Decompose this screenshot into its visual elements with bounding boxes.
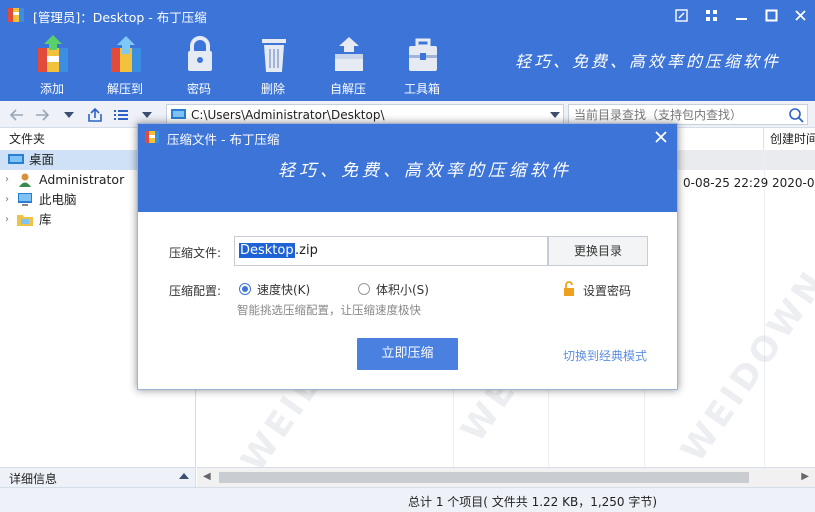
add-label: 添加: [39, 82, 64, 96]
sidebar-item-label: Administrator: [39, 172, 125, 187]
add-button[interactable]: 添加: [22, 32, 82, 98]
history-dropdown-icon[interactable]: [60, 106, 78, 124]
cell-modified: 0-08-25 22:29: [683, 176, 769, 190]
status-bar: 总计 1 个项目( 文件共 1.22 KB，1,250 字节): [0, 487, 815, 512]
change-directory-button[interactable]: 更换目录: [548, 236, 648, 266]
status-text: 总计 1 个项目( 文件共 1.22 KB，1,250 字节): [408, 495, 658, 509]
lock-icon: [188, 36, 212, 71]
box-icon: [335, 37, 363, 71]
sidebar-item-label: 此电脑: [39, 192, 77, 207]
window-title: [管理员]：Desktop - 布丁压缩: [33, 10, 207, 25]
search-box[interactable]: [568, 104, 808, 125]
view-dropdown-icon[interactable]: [138, 106, 156, 124]
option-fast-label[interactable]: 速度快(K): [257, 281, 310, 298]
radio-fast[interactable]: [239, 283, 251, 295]
add-archive-icon: [38, 35, 68, 72]
app-logo-icon: [145, 131, 159, 143]
details-toggle[interactable]: 详细信息: [0, 467, 196, 487]
file-label: 压缩文件:: [169, 246, 222, 260]
scroll-left-icon[interactable]: ◀: [203, 471, 211, 482]
scroll-right-icon[interactable]: ▶: [801, 471, 809, 482]
file-extension: .zip: [295, 243, 318, 258]
delete-button[interactable]: 删除: [243, 32, 303, 98]
desktop-icon: [8, 154, 24, 164]
extract-to-button[interactable]: 解压到: [95, 32, 155, 98]
trash-icon: [262, 39, 286, 72]
sidebar-item-label: 库: [39, 212, 52, 227]
selected-filename: Desktop: [239, 243, 295, 258]
details-label: 详细信息: [9, 472, 58, 486]
scroll-thumb[interactable]: [219, 472, 749, 483]
compress-dialog: 压缩文件 - 布丁压缩 轻巧、免费、高效率的压缩软件 压缩文件: Desktop…: [137, 123, 678, 390]
column-divider: [764, 150, 765, 467]
library-folder-icon: [17, 215, 33, 226]
grid-menu-icon[interactable]: [700, 4, 722, 26]
path-text: C:\Users\Administrator\Desktop\: [191, 108, 385, 122]
dialog-slogan: 轻巧、免费、高效率的压缩软件: [278, 161, 572, 181]
up-folder-icon[interactable]: [86, 106, 104, 124]
lock-icon[interactable]: [562, 281, 576, 297]
forward-arrow-icon[interactable]: [33, 106, 51, 124]
view-list-icon[interactable]: [112, 106, 130, 124]
password-button[interactable]: 密码: [169, 32, 229, 98]
option-small-label[interactable]: 体积小(S): [376, 281, 429, 298]
back-arrow-icon[interactable]: [8, 106, 26, 124]
horizontal-scrollbar[interactable]: ◀ ▶: [197, 467, 815, 487]
app-logo-icon: [8, 8, 24, 22]
column-header-created[interactable]: 创建时间: [764, 128, 815, 150]
path-bar[interactable]: C:\Users\Administrator\Desktop\: [166, 104, 564, 125]
edit-icon[interactable]: [670, 4, 692, 26]
slogan: 轻巧、免费、高效率的压缩软件: [515, 52, 782, 71]
desktop-folder-icon: [171, 109, 186, 119]
self-extract-label: 自解压: [329, 82, 366, 96]
radio-small[interactable]: [358, 283, 370, 295]
extract-to-label: 解压到: [106, 82, 143, 96]
computer-icon: [18, 193, 32, 206]
config-label: 压缩配置:: [169, 284, 222, 298]
dialog-title: 压缩文件 - 布丁压缩: [167, 132, 280, 147]
archive-name-input[interactable]: Desktop .zip: [234, 236, 548, 266]
close-icon[interactable]: [789, 4, 811, 26]
compress-now-button[interactable]: 立即压缩: [357, 338, 458, 370]
sidebar-item-label: 桌面: [29, 152, 55, 167]
toolbox-label: 工具箱: [403, 82, 440, 96]
toolbox-icon: [409, 38, 437, 71]
collapse-up-icon[interactable]: [179, 472, 189, 480]
minimize-icon[interactable]: [730, 4, 752, 26]
self-extract-button[interactable]: 自解压: [318, 32, 378, 98]
set-password-link[interactable]: 设置密码: [583, 282, 631, 299]
expand-arrow-icon[interactable]: ›: [5, 190, 13, 210]
watermark: WEIDOWN.COM: [673, 166, 815, 467]
cell-created: 2020-08: [772, 176, 815, 190]
extract-icon: [111, 36, 141, 72]
maximize-icon[interactable]: [760, 4, 782, 26]
expand-arrow-icon[interactable]: ›: [5, 170, 13, 190]
dialog-close-icon[interactable]: [653, 129, 669, 145]
path-dropdown-icon[interactable]: [550, 111, 560, 119]
password-label: 密码: [186, 82, 211, 96]
user-icon: [19, 173, 31, 187]
title-toolbar-area: [管理员]：Desktop - 布丁压缩 添加 解压到 密码 删除 自解压 工具…: [0, 0, 815, 101]
dialog-header: 压缩文件 - 布丁压缩 轻巧、免费、高效率的压缩软件: [138, 124, 677, 212]
search-input[interactable]: [574, 107, 784, 122]
expand-arrow-icon[interactable]: ›: [5, 210, 13, 230]
toolbox-button[interactable]: 工具箱: [392, 32, 452, 98]
config-hint: 智能挑选压缩配置，让压缩速度极快: [237, 303, 421, 317]
search-icon[interactable]: [788, 107, 804, 123]
delete-label: 删除: [260, 82, 285, 96]
classic-mode-link[interactable]: 切换到经典模式: [563, 347, 647, 364]
